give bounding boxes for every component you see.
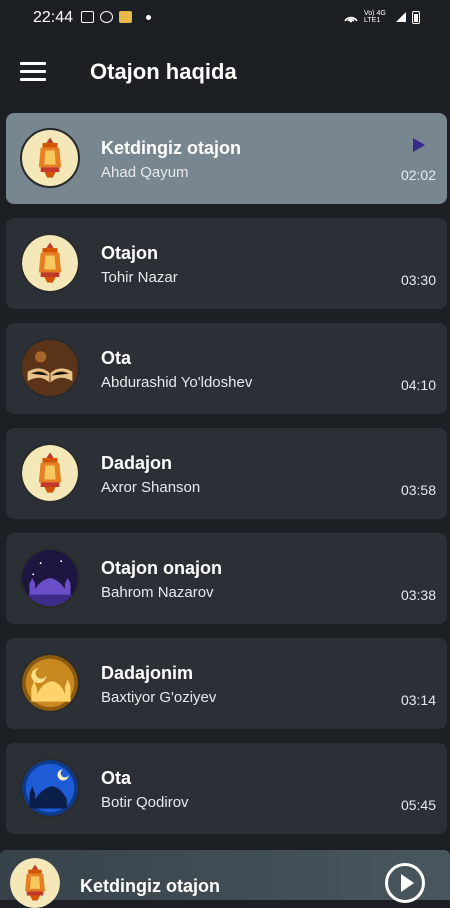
track-title: Otajon onajon — [101, 558, 222, 578]
track-artist: Tohir Nazar — [101, 269, 178, 286]
signal-icon — [396, 12, 406, 22]
track-title: Dadajon — [101, 453, 173, 473]
track-title: Otajon — [101, 243, 158, 263]
track-duration: 03:14 — [400, 692, 436, 708]
app-notification-icon — [119, 11, 132, 23]
page-title: Otajon haqida — [90, 59, 237, 84]
more-notifications-dot-icon — [146, 14, 151, 20]
track-artist: Bahrom Nazarov — [101, 584, 214, 601]
track-duration: 03:30 — [400, 272, 436, 288]
track-artist: Ahad Qayum — [101, 164, 189, 181]
image-notification-icon — [81, 11, 94, 23]
track-artwork — [20, 548, 80, 608]
system-status-icons: Vo) 4G LTE1 — [343, 10, 420, 24]
track-duration: 03:58 — [400, 482, 436, 498]
track-list: Ketdingiz otajon Ahad Qayum 02:02 Otajon… — [6, 113, 447, 848]
track-item-3[interactable]: Ota Abdurashid Yo'ldoshev 04:10 — [6, 323, 447, 414]
track-artwork — [20, 758, 80, 818]
player-track-title: Ketdingiz otajon — [80, 876, 220, 896]
battery-icon — [412, 10, 420, 24]
notification-icons — [81, 11, 151, 23]
track-artwork — [20, 233, 80, 293]
track-title: Dadajonim — [101, 663, 194, 683]
track-artist: Abdurashid Yo'ldoshev — [101, 374, 253, 391]
track-duration: 05:45 — [400, 797, 436, 813]
hamburger-menu-icon[interactable] — [20, 62, 46, 82]
track-title: Ketdingiz otajon — [101, 138, 241, 158]
track-duration: 03:38 — [400, 587, 436, 603]
sync-notification-icon — [100, 11, 113, 23]
track-title: Ota — [101, 768, 132, 788]
track-item-7[interactable]: Ota Botir Qodirov 05:45 — [6, 743, 447, 834]
app-bar: Otajon haqida — [0, 36, 450, 110]
track-artwork — [20, 653, 80, 713]
status-time: 22:44 — [33, 9, 74, 26]
track-artist: Botir Qodirov — [101, 794, 189, 811]
player-artwork — [10, 858, 60, 908]
status-bar: 22:44 Vo) 4G LTE1 — [0, 0, 450, 36]
hotspot-icon — [344, 16, 358, 23]
track-item-5[interactable]: Otajon onajon Bahrom Nazarov 03:38 — [6, 533, 447, 624]
track-duration: 02:02 — [400, 167, 436, 183]
play-circle-icon[interactable] — [385, 863, 425, 903]
track-item-4[interactable]: Dadajon Axror Shanson 03:58 — [6, 428, 447, 519]
track-artwork — [20, 443, 80, 503]
mini-player[interactable]: Ketdingiz otajon — [0, 850, 450, 908]
track-artwork — [20, 338, 80, 398]
track-artist: Axror Shanson — [101, 479, 201, 496]
track-item-1[interactable]: Ketdingiz otajon Ahad Qayum 02:02 — [6, 113, 447, 204]
track-duration: 04:10 — [400, 377, 436, 393]
track-item-6[interactable]: Dadajonim Baxtiyor G'oziyev 03:14 — [6, 638, 447, 729]
track-item-2[interactable]: Otajon Tohir Nazar 03:30 — [6, 218, 447, 309]
track-artist: Baxtiyor G'oziyev — [101, 689, 217, 706]
now-playing-icon[interactable] — [413, 138, 425, 152]
network-label: Vo) 4G LTE1 — [364, 10, 386, 24]
track-title: Ota — [101, 348, 132, 368]
track-artwork — [20, 128, 80, 188]
